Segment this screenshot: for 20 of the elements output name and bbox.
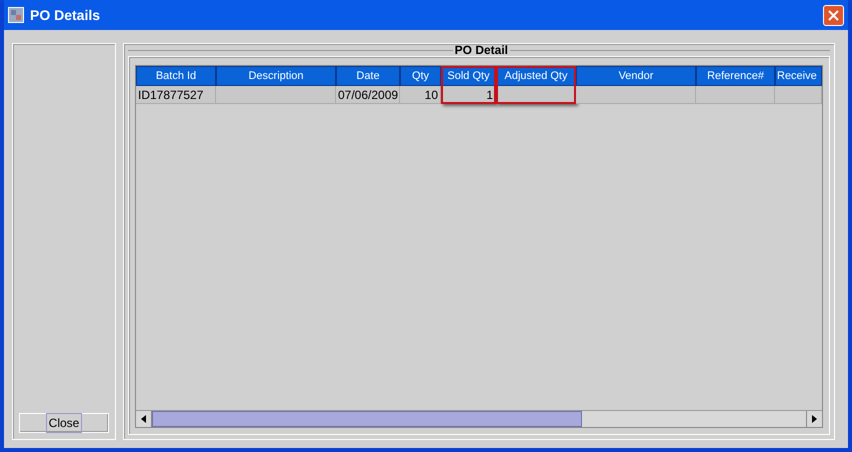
column-header[interactable]: Batch Id	[136, 66, 216, 86]
left-arrow-icon	[141, 415, 146, 423]
app-icon	[8, 7, 24, 23]
right-arrow-icon	[812, 415, 817, 423]
close-button[interactable]: Close	[19, 413, 109, 433]
close-button[interactable]	[823, 4, 844, 26]
panel-title: PO Detail	[454, 42, 508, 59]
column-header[interactable]: Reference#	[696, 66, 775, 86]
close-icon	[828, 10, 839, 20]
table-cell: ID17877527	[136, 86, 216, 104]
column-header[interactable]: Description	[216, 66, 336, 86]
window-title: PO Details	[30, 6, 100, 24]
table-cell: 10	[400, 86, 441, 104]
scroll-thumb[interactable]	[152, 411, 582, 427]
column-header[interactable]: Date	[336, 66, 400, 86]
horizontal-scrollbar[interactable]	[136, 410, 822, 427]
column-header[interactable]: Vendor	[576, 66, 696, 86]
column-header[interactable]: Receive	[775, 66, 822, 86]
table-cell: 07/06/2009	[336, 86, 400, 104]
column-header[interactable]: Qty	[400, 66, 441, 86]
